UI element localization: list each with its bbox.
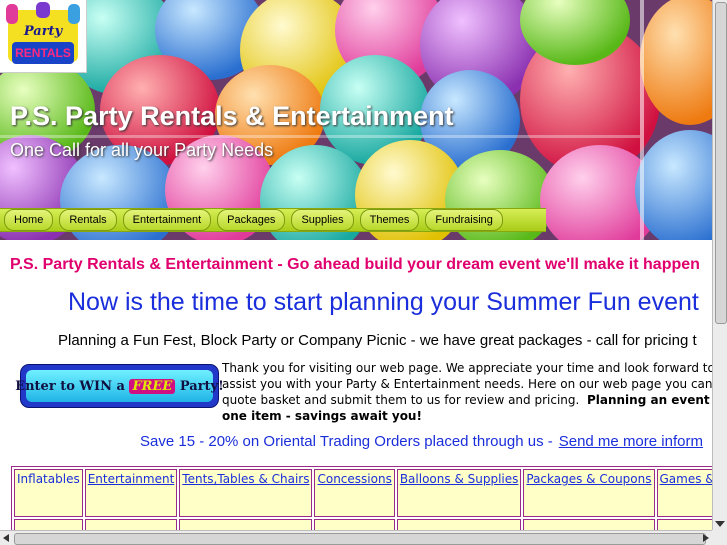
header-banner: Party RENTALS P.S. Party Rentals & Enter… <box>0 0 712 240</box>
main-navigation: Home Rentals Entertainment Packages Supp… <box>0 208 546 232</box>
win-free-party-button[interactable]: Enter to WIN a FREE Party! <box>15 365 224 407</box>
category-cell-balloons: Balloons & Supplies <box>396 469 522 517</box>
table-cell <box>396 519 522 530</box>
category-link-entertainment[interactable]: Entertainment <box>88 472 175 486</box>
intro-line-3-plain: quote basket and submit them to us for r… <box>222 393 580 407</box>
win-label-pre: Enter to WIN a <box>15 378 125 394</box>
category-link-tents-tables-chairs[interactable]: Tents,Tables & Chairs <box>182 472 309 486</box>
category-cell-tents: Tents,Tables & Chairs <box>179 469 313 517</box>
category-cell-games: Games & <box>656 469 713 517</box>
category-link-packages-coupons[interactable]: Packages & Coupons <box>526 472 651 486</box>
table-cell <box>84 519 178 530</box>
bounce-house-logo-icon: Party RENTALS <box>6 2 80 64</box>
nav-entertainment[interactable]: Entertainment <box>122 209 212 231</box>
table-row <box>14 519 712 530</box>
category-cell-inflatables: Inflatables <box>14 469 83 517</box>
oriental-trading-promo: Save 15 - 20% on Oriental Trading Orders… <box>140 433 703 450</box>
intro-line-2: assist you with your Party & Entertainme… <box>222 377 712 391</box>
nav-fundraising[interactable]: Fundraising <box>425 209 503 231</box>
site-title: P.S. Party Rentals & Entertainment <box>10 101 454 131</box>
category-cell-packages: Packages & Coupons <box>523 469 655 517</box>
main-content: P.S. Party Rentals & Entertainment - Go … <box>0 240 712 530</box>
pink-headline: P.S. Party Rentals & Entertainment - Go … <box>10 256 700 273</box>
scroll-right-arrow-icon[interactable] <box>703 534 709 542</box>
scrollbar-corner <box>712 530 727 545</box>
horizontal-scrollbar[interactable] <box>0 530 712 545</box>
nav-supplies[interactable]: Supplies <box>291 209 354 231</box>
category-cell-concessions: Concessions <box>314 469 395 517</box>
summer-fun-headline: Now is the time to start planning your S… <box>68 288 699 316</box>
intro-line-3-bold: Planning an event with <box>586 393 712 407</box>
vertical-scrollbar[interactable] <box>712 0 727 530</box>
table-cell <box>523 519 655 530</box>
intro-line-4: one item - savings await you! <box>222 408 712 424</box>
category-cell-entertainment: Entertainment <box>84 469 178 517</box>
scroll-left-arrow-icon[interactable] <box>3 534 9 542</box>
vertical-scroll-thumb[interactable] <box>715 2 727 324</box>
category-inflatables: Inflatables <box>17 472 80 486</box>
site-logo[interactable]: Party RENTALS <box>0 0 87 73</box>
category-link-concessions[interactable]: Concessions <box>317 472 391 486</box>
table-cell <box>314 519 395 530</box>
planning-text: Planning a Fun Fest, Block Party or Comp… <box>58 332 697 349</box>
logo-text-party: Party <box>23 24 64 39</box>
win-label-free: FREE <box>129 378 176 394</box>
scroll-down-arrow-icon[interactable] <box>715 521 725 527</box>
nav-themes[interactable]: Themes <box>359 209 420 231</box>
win-label-post: Party! <box>179 378 224 394</box>
win-free-party-label: Enter to WIN a FREE Party! <box>15 370 224 402</box>
save-text: Save 15 - 20% on Oriental Trading Orders… <box>140 433 553 450</box>
nav-packages[interactable]: Packages <box>217 209 286 231</box>
table-cell <box>179 519 313 530</box>
site-tagline: One Call for all your Party Needs <box>10 140 274 160</box>
category-link-games[interactable]: Games & <box>660 472 713 486</box>
intro-line-4-bold: one item - savings await you! <box>222 409 422 423</box>
table-cell <box>14 519 83 530</box>
intro-line-1: Thank you for visiting our web page. We … <box>222 361 712 375</box>
category-table: Inflatables Entertainment Tents,Tables &… <box>11 466 712 530</box>
table-row: Inflatables Entertainment Tents,Tables &… <box>14 469 712 517</box>
nav-home[interactable]: Home <box>4 209 54 231</box>
intro-line-3: quote basket and submit them to us for r… <box>222 392 712 408</box>
send-more-info-link[interactable]: Send me more inform <box>559 433 703 450</box>
nav-rentals[interactable]: Rentals <box>59 209 117 231</box>
horizontal-scroll-thumb[interactable] <box>14 533 706 545</box>
intro-paragraph: Thank you for visiting our web page. We … <box>222 360 712 424</box>
table-cell <box>656 519 712 530</box>
category-link-balloons-supplies[interactable]: Balloons & Supplies <box>400 472 519 486</box>
logo-text-rentals: RENTALS <box>15 46 71 60</box>
